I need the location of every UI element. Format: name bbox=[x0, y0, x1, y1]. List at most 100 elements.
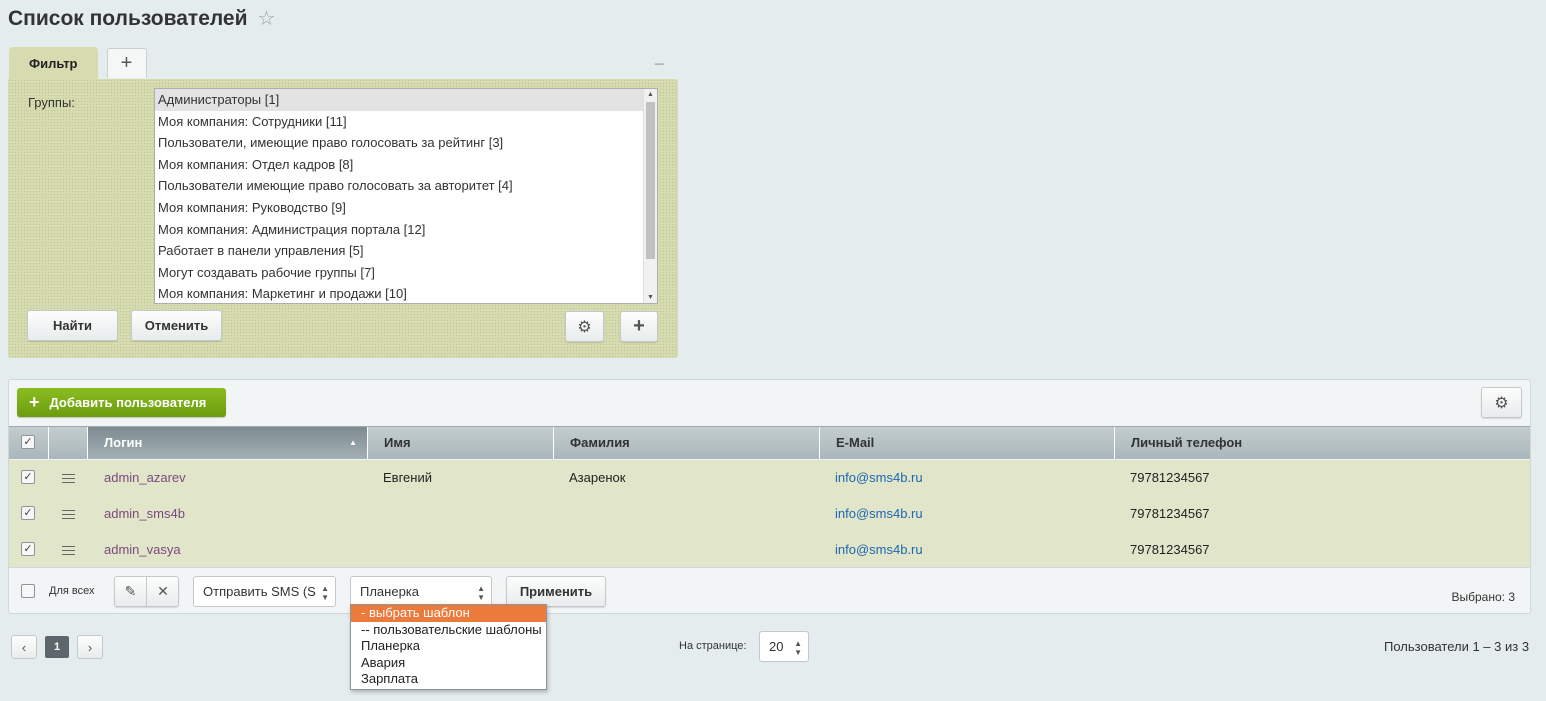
row-checkbox[interactable]: ✓ bbox=[21, 506, 35, 520]
group-option[interactable]: Моя компания: Маркетинг и продажи [10] bbox=[155, 283, 657, 303]
table-row[interactable]: ✓ admin_azarev Евгений Азаренок info@sms… bbox=[9, 460, 1530, 496]
next-page-button[interactable]: › bbox=[77, 635, 103, 659]
per-page-select[interactable]: 20 ▲ ▼ bbox=[759, 631, 809, 662]
selected-count: Выбрано: 3 bbox=[1451, 590, 1516, 604]
group-option[interactable]: Работает в панели управления [5] bbox=[155, 240, 657, 262]
phone-cell: 79781234567 bbox=[1130, 506, 1210, 521]
plus-icon: + bbox=[633, 315, 645, 337]
listbox-scrollbar[interactable]: ▲ ▼ bbox=[643, 89, 657, 303]
column-header-login[interactable]: Логин ▲ bbox=[88, 427, 368, 459]
tab-filter[interactable]: Фильтр bbox=[9, 47, 98, 80]
table-header: ✓ Логин ▲ Имя Фамилия E-Mail Личный теле… bbox=[9, 426, 1530, 459]
list-settings-button[interactable]: ⚙ bbox=[1481, 387, 1522, 418]
group-actions-bar: Для всех ✎ ✕ Отправить SMS (S ▲ ▼ Планерк… bbox=[9, 567, 1530, 613]
plus-icon: + bbox=[29, 392, 40, 412]
chevron-left-icon: ‹ bbox=[21, 639, 27, 655]
plus-icon: + bbox=[120, 52, 133, 74]
select-all-checkbox[interactable]: ✓ bbox=[21, 435, 35, 449]
email-link[interactable]: info@sms4b.ru bbox=[835, 532, 923, 568]
last-name-cell: Азаренок bbox=[569, 470, 626, 485]
filter-tabs: Фильтр + bbox=[9, 47, 147, 80]
group-option[interactable]: Администраторы [1] bbox=[155, 89, 657, 111]
delete-button[interactable]: ✕ bbox=[147, 577, 179, 606]
row-checkbox[interactable]: ✓ bbox=[21, 542, 35, 556]
template-option[interactable]: - выбрать шаблон bbox=[351, 605, 546, 622]
page-title-text: Список пользователей bbox=[8, 6, 248, 30]
page-title: Список пользователей ☆ bbox=[8, 6, 275, 31]
scrollbar-thumb[interactable] bbox=[646, 102, 655, 259]
group-option[interactable]: Моя компания: Отдел кадров [8] bbox=[155, 154, 657, 176]
template-option[interactable]: Авария bbox=[351, 655, 546, 672]
row-menu-icon[interactable] bbox=[62, 546, 75, 555]
scroll-down-icon[interactable]: ▼ bbox=[647, 294, 654, 301]
row-menu-icon[interactable] bbox=[62, 510, 75, 519]
header-actions-cell bbox=[49, 427, 88, 459]
add-filter-tab-button[interactable]: + bbox=[106, 48, 147, 78]
template-select-value: Планерка bbox=[360, 584, 420, 599]
header-checkbox-cell: ✓ bbox=[9, 427, 49, 459]
scroll-up-icon[interactable]: ▲ bbox=[647, 91, 654, 98]
template-dropdown[interactable]: - выбрать шаблон -- пользовательские шаб… bbox=[350, 604, 547, 690]
row-checkbox[interactable]: ✓ bbox=[21, 470, 35, 484]
add-user-label: Добавить пользователя bbox=[49, 395, 207, 410]
template-option[interactable]: Зарплата bbox=[351, 671, 546, 688]
star-icon[interactable]: ☆ bbox=[258, 6, 276, 31]
find-button[interactable]: Найти bbox=[27, 310, 118, 341]
row-menu-icon[interactable] bbox=[62, 474, 75, 483]
column-header-email[interactable]: E-Mail bbox=[820, 427, 1115, 459]
pencil-icon: ✎ bbox=[124, 583, 137, 599]
group-option[interactable]: Пользователи имеющие право голосовать за… bbox=[155, 175, 657, 197]
filter-settings-button[interactable]: ⚙ bbox=[565, 311, 604, 342]
list-toolbar: + Добавить пользователя ⚙ bbox=[9, 380, 1530, 426]
group-option[interactable]: Моя компания: Руководство [9] bbox=[155, 197, 657, 219]
user-list-panel: + Добавить пользователя ⚙ ✓ Логин ▲ Имя … bbox=[8, 379, 1531, 614]
pagination-summary: Пользователи 1 – 3 из 3 bbox=[1384, 639, 1530, 654]
updown-icon: ▲ ▼ bbox=[794, 639, 802, 657]
template-select[interactable]: Планерка ▲ ▼ bbox=[350, 576, 492, 607]
column-header-phone[interactable]: Личный телефон bbox=[1115, 427, 1530, 459]
updown-icon: ▲ ▼ bbox=[477, 584, 485, 602]
email-link[interactable]: info@sms4b.ru bbox=[835, 496, 923, 532]
sort-asc-icon: ▲ bbox=[349, 438, 357, 447]
gear-icon: ⚙ bbox=[1494, 394, 1509, 412]
login-link[interactable]: admin_sms4b bbox=[104, 496, 185, 532]
first-name-cell: Евгений bbox=[383, 470, 432, 485]
prev-page-button[interactable]: ‹ bbox=[11, 635, 37, 659]
per-page-label: На странице: bbox=[679, 640, 747, 652]
updown-icon: ▲ ▼ bbox=[321, 584, 329, 602]
edit-delete-group: ✎ ✕ bbox=[114, 576, 179, 607]
group-option[interactable]: Моя компания: Сотрудники [11] bbox=[155, 111, 657, 133]
email-link[interactable]: info@sms4b.ru bbox=[835, 460, 923, 496]
filter-panel: Группы: Администраторы [1] Моя компания:… bbox=[8, 79, 678, 358]
cancel-button[interactable]: Отменить bbox=[131, 310, 222, 341]
add-user-button[interactable]: + Добавить пользователя bbox=[17, 388, 226, 417]
groups-listbox[interactable]: Администраторы [1] Моя компания: Сотрудн… bbox=[154, 88, 658, 304]
login-link[interactable]: admin_vasya bbox=[104, 532, 181, 568]
column-header-first-name[interactable]: Имя bbox=[368, 427, 554, 459]
action-select-value: Отправить SMS (S bbox=[203, 584, 316, 599]
template-option[interactable]: -- пользовательские шаблоны bbox=[351, 622, 546, 639]
column-header-label: Логин bbox=[104, 435, 143, 450]
collapse-filter-button[interactable]: − bbox=[654, 54, 665, 75]
add-filter-field-button[interactable]: + bbox=[620, 311, 658, 342]
login-link[interactable]: admin_azarev bbox=[104, 460, 186, 496]
page-number-current[interactable]: 1 bbox=[45, 636, 69, 658]
column-header-last-name[interactable]: Фамилия bbox=[554, 427, 820, 459]
group-option[interactable]: Могут создавать рабочие группы [7] bbox=[155, 262, 657, 284]
apply-button[interactable]: Применить bbox=[506, 576, 606, 607]
table-row[interactable]: ✓ admin_vasya info@sms4b.ru 79781234567 bbox=[9, 532, 1530, 568]
phone-cell: 79781234567 bbox=[1130, 470, 1210, 485]
table-row[interactable]: ✓ admin_sms4b info@sms4b.ru 79781234567 bbox=[9, 496, 1530, 532]
chevron-right-icon: › bbox=[87, 639, 93, 655]
for-all-checkbox[interactable] bbox=[21, 584, 35, 598]
phone-cell: 79781234567 bbox=[1130, 542, 1210, 557]
gear-icon: ⚙ bbox=[577, 318, 592, 336]
action-select[interactable]: Отправить SMS (S ▲ ▼ bbox=[193, 576, 336, 607]
edit-button[interactable]: ✎ bbox=[115, 577, 147, 606]
groups-label: Группы: bbox=[28, 95, 75, 110]
group-option[interactable]: Пользователи, имеющие право голосовать з… bbox=[155, 132, 657, 154]
template-option[interactable]: Планерка bbox=[351, 638, 546, 655]
per-page-value: 20 bbox=[769, 639, 784, 654]
for-all-label: Для всех bbox=[49, 585, 95, 597]
group-option[interactable]: Моя компания: Администрация портала [12] bbox=[155, 219, 657, 241]
